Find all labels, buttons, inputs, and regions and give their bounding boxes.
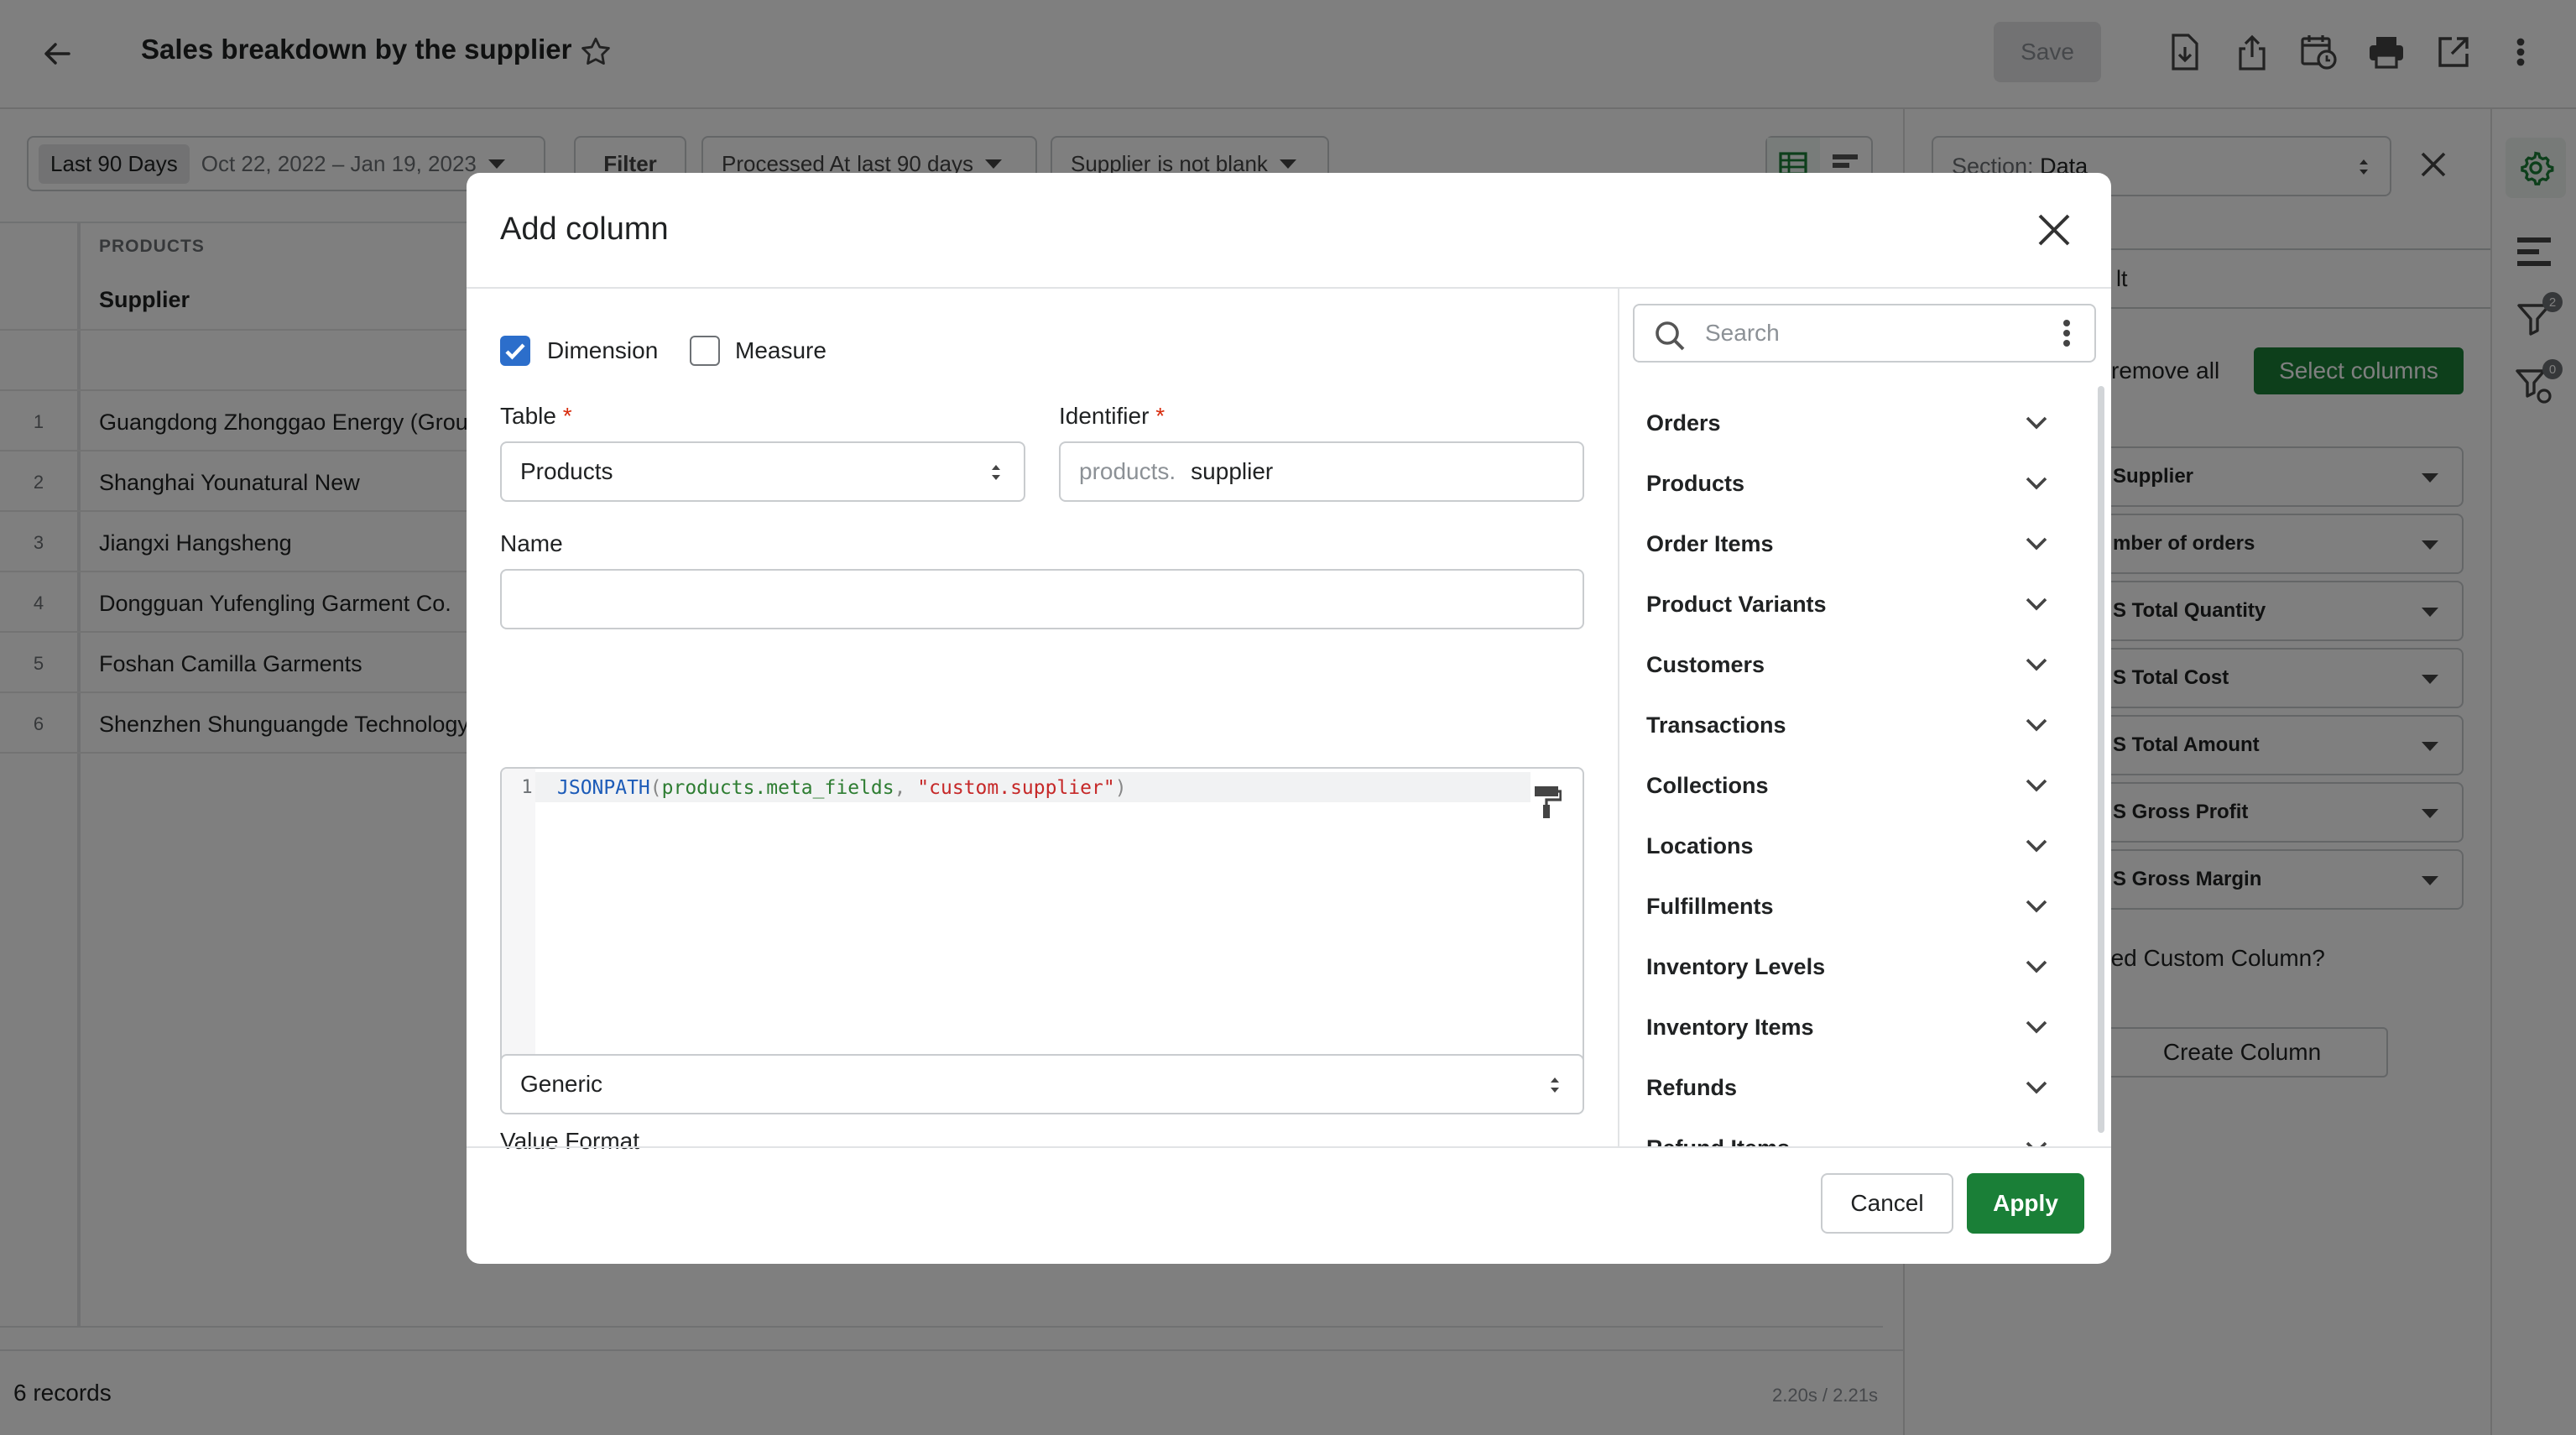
close-icon[interactable] <box>2029 205 2079 255</box>
dialog-footer: Cancel Apply <box>467 1146 2111 1264</box>
select-arrows-icon <box>1551 1078 1559 1093</box>
cancel-button[interactable]: Cancel <box>1821 1173 1953 1234</box>
dialog-title: Add column <box>500 211 669 247</box>
name-field[interactable] <box>500 569 1584 629</box>
more-vertical-icon[interactable] <box>2062 319 2071 347</box>
identifier-input: supplier <box>1191 458 1274 484</box>
chevron-down-icon <box>2026 597 2047 611</box>
table-list-item[interactable]: Products <box>1619 453 2089 514</box>
table-list-label: Refund Items <box>1646 1135 1790 1147</box>
expression-editor[interactable]: 1 JSONPATH(products.meta_fields, "custom… <box>500 767 1584 1103</box>
chevron-down-icon <box>2026 960 2047 973</box>
search-input[interactable]: Search <box>1633 304 2096 363</box>
table-list-item[interactable]: Locations <box>1619 816 2089 876</box>
format-code-icon[interactable] <box>1529 782 1566 822</box>
measure-label: Measure <box>735 337 827 363</box>
add-column-dialog: Add column Dimension Measure Table * Pro… <box>467 173 2111 1264</box>
table-list-item[interactable]: Refunds <box>1619 1057 2089 1118</box>
table-list-item[interactable]: Refund Items <box>1619 1118 2089 1146</box>
name-label: Name <box>500 530 563 556</box>
measure-checkbox[interactable] <box>690 336 720 366</box>
chevron-down-icon <box>2026 1081 2047 1094</box>
table-list-item[interactable]: Collections <box>1619 755 2089 816</box>
table-list-label: Refunds <box>1646 1074 1737 1100</box>
table-list-item[interactable]: Order Items <box>1619 514 2089 574</box>
table-browser: Search Orders Products Order Items Produ… <box>1618 289 2111 1146</box>
search-icon <box>1655 321 1685 351</box>
table-list-item[interactable]: Transactions <box>1619 695 2089 755</box>
line-number: 1 <box>521 777 533 798</box>
code-paren: ( <box>649 777 662 799</box>
table-list-item[interactable]: Orders <box>1619 393 2089 453</box>
code-argument: products.meta_fields <box>661 777 894 799</box>
table-list-item[interactable]: Product Variants <box>1619 574 2089 634</box>
table-list-label: Customers <box>1646 651 1765 677</box>
chevron-down-icon <box>2026 658 2047 671</box>
editor-gutter <box>502 769 535 1101</box>
table-list-label: Transactions <box>1646 712 1786 738</box>
table-list-label: Products <box>1646 470 1745 496</box>
chevron-down-icon <box>2026 537 2047 551</box>
table-list-label: Product Variants <box>1646 591 1827 617</box>
identifier-label: Identifier * <box>1059 403 1165 430</box>
table-list: Orders Products Order Items Product Vari… <box>1619 376 2111 1146</box>
required-mark: * <box>562 403 572 429</box>
code-string: "custom.supplier" <box>917 777 1115 799</box>
chevron-down-icon <box>2026 718 2047 732</box>
identifier-field[interactable]: products. supplier <box>1059 441 1584 502</box>
table-label: Table * <box>500 403 572 430</box>
table-list-label: Orders <box>1646 410 1721 436</box>
apply-button[interactable]: Apply <box>1967 1173 2084 1234</box>
chevron-down-icon <box>2026 839 2047 853</box>
table-list-label: Locations <box>1646 832 1754 858</box>
required-mark: * <box>1155 403 1165 429</box>
table-list-item[interactable]: Customers <box>1619 634 2089 695</box>
dialog-header: Add column <box>467 173 2111 289</box>
table-list-label: Order Items <box>1646 530 1774 556</box>
table-select[interactable]: Products <box>500 441 1025 502</box>
code-function: JSONPATH <box>557 777 650 799</box>
chevron-down-icon <box>2026 1020 2047 1034</box>
chevron-down-icon <box>2026 900 2047 913</box>
dimension-checkbox[interactable] <box>500 336 530 366</box>
table-list-label: Fulfillments <box>1646 893 1774 919</box>
table-list-label: Collections <box>1646 772 1769 798</box>
code-line: JSONPATH(products.meta_fields, "custom.s… <box>557 777 1127 799</box>
table-list-item[interactable]: Fulfillments <box>1619 876 2089 937</box>
chevron-down-icon <box>2026 779 2047 792</box>
identifier-label-text: Identifier <box>1059 403 1150 429</box>
table-list-item[interactable]: Inventory Items <box>1619 997 2089 1057</box>
code-paren: ) <box>1114 777 1127 799</box>
chevron-down-icon <box>2026 1141 2047 1146</box>
identifier-prefix: products. <box>1079 458 1176 484</box>
table-list-label: Inventory Levels <box>1646 953 1826 979</box>
table-list-label: Inventory Items <box>1646 1014 1814 1040</box>
table-label-text: Table <box>500 403 556 429</box>
value-format-select[interactable]: Generic <box>500 1054 1584 1114</box>
table-list-item[interactable]: Inventory Levels <box>1619 937 2089 997</box>
value-format-value: Generic <box>520 1071 603 1097</box>
scrollbar[interactable] <box>2098 386 2104 1133</box>
dimension-label: Dimension <box>547 337 659 363</box>
chevron-down-icon <box>2026 477 2047 490</box>
select-arrows-icon <box>992 465 1000 480</box>
table-select-value: Products <box>520 458 613 484</box>
column-form: Dimension Measure Table * Products Ident… <box>467 289 1618 1154</box>
code-comma: , <box>894 777 918 799</box>
chevron-down-icon <box>2026 416 2047 430</box>
